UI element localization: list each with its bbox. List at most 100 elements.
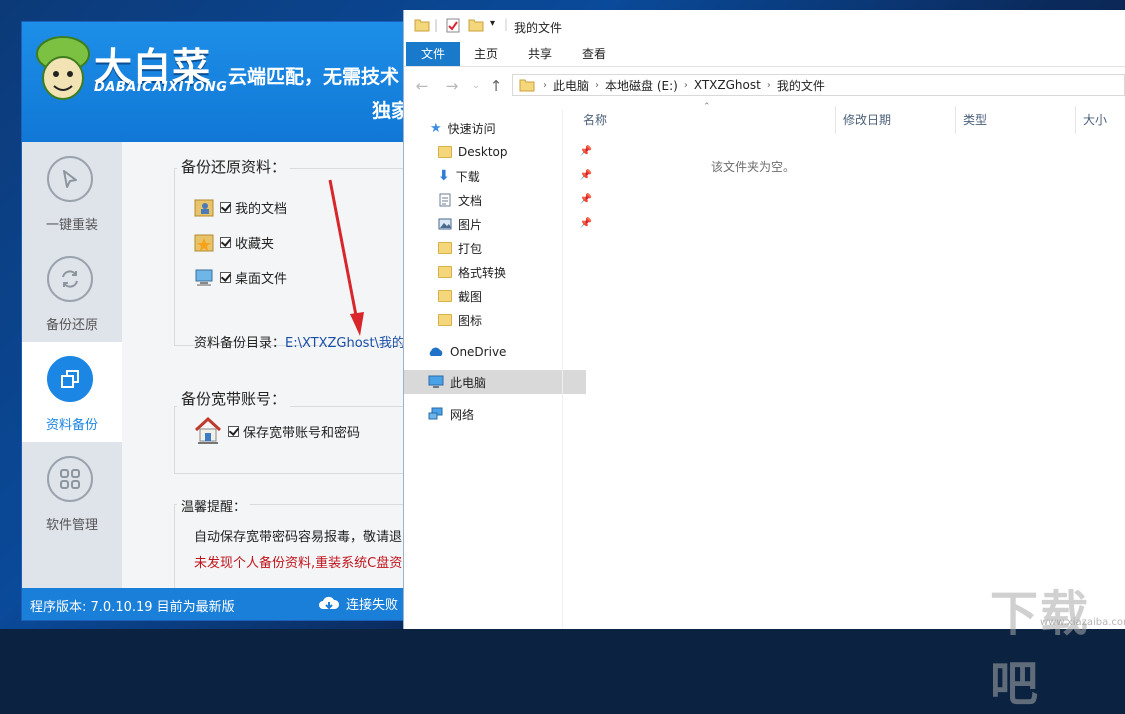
breadcrumb-separator-icon[interactable]: › <box>767 80 771 91</box>
save-broadband-option[interactable]: 保存宽带账号和密码 <box>194 416 360 446</box>
desktop-files-option[interactable]: 桌面文件 <box>194 266 287 288</box>
backup-directory-line: 资料备份目录：E:\XTXZGhost\我的文 <box>194 332 406 351</box>
nav-this-pc[interactable]: 此电脑 <box>404 370 586 394</box>
nav-onedrive[interactable]: OneDrive <box>404 340 586 364</box>
column-date-modified[interactable]: 修改日期 <box>837 106 953 134</box>
file-list-area[interactable]: ⌃ 名称 修改日期 类型 大小 该文件夹为空。 <box>563 102 1125 629</box>
nav-label: 打包 <box>458 241 483 256</box>
tips-line-1: 自动保存宽带密码容易报毒，敬请退 <box>194 530 403 545</box>
favorites-label: 收藏夹 <box>235 236 275 252</box>
file-explorer-window: | ▾ | 我的文件 文件 主页 共享 查看 ← → ⌄ ↑ › 此电脑 › 本… <box>404 10 1125 629</box>
column-divider[interactable] <box>1075 106 1076 134</box>
breadcrumb-separator-icon[interactable]: › <box>684 80 688 91</box>
watermark-url: www.xiazaiba.com <box>1040 617 1125 628</box>
nav-label: Desktop <box>458 145 508 159</box>
star-icon: ★ <box>430 120 442 136</box>
save-broadband-checkbox[interactable] <box>228 425 239 437</box>
breadcrumb-separator-icon[interactable]: › <box>543 80 547 91</box>
nav-label: 下载 <box>455 169 480 184</box>
tab-home[interactable]: 主页 <box>466 42 506 66</box>
folder-icon <box>414 19 430 32</box>
sidebar-item-data-backup[interactable]: 资料备份 <box>22 342 122 442</box>
backup-directory-label: 资料备份目录： <box>194 336 286 351</box>
tab-share[interactable]: 共享 <box>520 42 560 66</box>
forward-arrow-icon[interactable]: → <box>442 76 462 96</box>
slogan-line-2: 独家 <box>372 100 406 122</box>
watermark-logo: 下载吧 <box>990 586 1091 712</box>
column-divider[interactable] <box>955 106 956 134</box>
desktop-files-label: 桌面文件 <box>235 271 288 287</box>
refresh-icon <box>47 256 93 302</box>
broadband-group-title: 备份宽带账号： <box>177 388 291 409</box>
up-arrow-icon[interactable]: ↑ <box>486 76 506 96</box>
new-folder-icon[interactable] <box>468 18 484 32</box>
back-arrow-icon[interactable]: ← <box>412 76 432 96</box>
recent-dropdown-icon[interactable]: ⌄ <box>466 76 486 96</box>
favorites-option[interactable]: 收藏夹 <box>194 231 274 253</box>
nav-quick-access[interactable]: ★ 快速访问 <box>404 116 588 140</box>
column-size[interactable]: 大小 <box>1077 106 1123 134</box>
copy-icon <box>47 356 93 402</box>
tab-view[interactable]: 查看 <box>574 42 614 66</box>
connection-status-label: 连接失败 <box>346 598 399 613</box>
app-footer: 程序版本: 7.0.10.19 目前为最新版 连接失败 <box>22 588 406 620</box>
column-name[interactable]: 名称 <box>577 106 833 134</box>
sidebar-item-label: 资料备份 <box>45 418 98 433</box>
download-icon: ⬇ <box>438 168 450 184</box>
breadcrumb-drive-e[interactable]: 本地磁盘 (E:) <box>605 77 678 94</box>
backup-directory-path[interactable]: E:\XTXZGhost\我的文 <box>285 336 406 351</box>
sidebar-item-label: 一键重装 <box>45 218 98 233</box>
my-documents-checkbox[interactable] <box>220 201 231 213</box>
window-title: 我的文件 <box>514 21 563 35</box>
navigation-pane: ★ 快速访问 Desktop 📌 ⬇ 下载 📌 文档 📌 图片 📌 打包 格式转… <box>404 110 592 629</box>
breadcrumb-separator-icon[interactable]: › <box>595 80 599 91</box>
backup-group-title: 备份还原资料： <box>177 156 291 177</box>
address-row: ← → ⌄ ↑ › 此电脑 › 本地磁盘 (E:) › XTXZGhost › … <box>404 72 1125 100</box>
dabaicai-app-window: 大白菜 DABAICAIXITONG 云端匹配，无需技术 独家 一键重装 备份还… <box>22 22 406 620</box>
ribbon-tabs: 文件 主页 共享 查看 <box>404 42 1125 67</box>
version-text: 程序版本: 7.0.10.19 目前为最新版 <box>30 600 235 615</box>
titlebar-divider: | <box>504 17 509 31</box>
cursor-arrow-icon <box>47 156 93 202</box>
my-documents-option[interactable]: 我的文档 <box>194 196 287 218</box>
tips-title: 温馨提醒： <box>177 496 251 515</box>
column-type[interactable]: 类型 <box>957 106 1073 134</box>
breadcrumb-xtxzghost[interactable]: XTXZGhost <box>694 78 761 92</box>
cabbage-mascot-icon <box>36 36 90 100</box>
save-broadband-label: 保存宽带账号和密码 <box>243 425 361 441</box>
sidebar-item-backup-restore[interactable]: 备份还原 <box>22 242 122 342</box>
breadcrumb-this-pc[interactable]: 此电脑 <box>553 77 589 94</box>
tips-group <box>174 504 406 589</box>
nav-label: 快速访问 <box>447 121 496 136</box>
nav-label: 截图 <box>458 289 483 304</box>
tab-file[interactable]: 文件 <box>406 42 460 66</box>
desktop-icon <box>195 269 213 286</box>
my-documents-label: 我的文档 <box>235 201 288 217</box>
desktop-files-checkbox[interactable] <box>220 271 231 283</box>
explorer-titlebar: | ▾ | 我的文件 <box>404 10 1125 42</box>
sidebar-item-reinstall[interactable]: 一键重装 <box>22 142 122 242</box>
slogan-line-1: 云端匹配，无需技术 <box>228 66 400 88</box>
nav-label: 图片 <box>458 217 483 232</box>
house-icon <box>194 416 222 444</box>
nav-network[interactable]: 网络 <box>404 402 586 426</box>
folder-icon <box>438 146 452 158</box>
nav-label: 文档 <box>458 193 483 208</box>
quick-access-dropdown-icon[interactable]: ▾ <box>490 18 495 29</box>
nav-label: 网络 <box>450 407 475 422</box>
connection-status[interactable]: 连接失败 <box>318 594 398 613</box>
breadcrumb-my-files[interactable]: 我的文件 <box>777 77 825 94</box>
favorites-checkbox[interactable] <box>220 236 231 248</box>
cloud-download-icon <box>319 596 340 609</box>
sidebar-item-label: 软件管理 <box>45 518 98 533</box>
empty-folder-message: 该文件夹为空。 <box>710 160 795 174</box>
nav-label: 此电脑 <box>450 375 487 390</box>
grid-icon <box>47 456 93 502</box>
computer-icon <box>428 375 444 388</box>
column-divider[interactable] <box>835 106 836 134</box>
sidebar-item-software-manage[interactable]: 软件管理 <box>22 442 122 542</box>
properties-icon[interactable] <box>446 18 460 33</box>
titlebar-divider: | <box>434 18 439 32</box>
address-bar[interactable]: › 此电脑 › 本地磁盘 (E:) › XTXZGhost › 我的文件 <box>512 74 1125 96</box>
user-folder-icon <box>194 199 214 217</box>
